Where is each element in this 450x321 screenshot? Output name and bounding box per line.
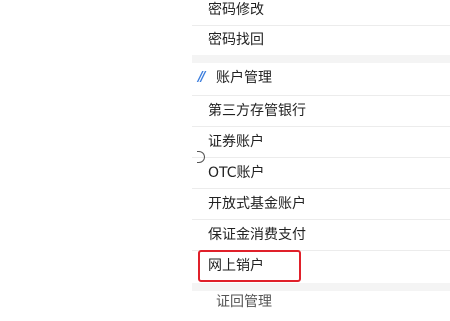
menu-item-label: 保证金消费支付 — [208, 227, 306, 243]
menu-item-open-end-fund-account[interactable]: 开放式基金账户 — [192, 194, 450, 214]
section-header-next: 证回管理 — [192, 291, 450, 321]
menu-item-third-party-custody-bank[interactable]: 第三方存管银行 — [192, 101, 450, 121]
menu-item-label: OTC账户 — [208, 165, 265, 181]
menu-item-label: 证券账户 — [208, 134, 264, 150]
menu-item-password-recovery[interactable]: 密码找回 — [192, 30, 450, 50]
menu-item-otc-account[interactable]: OTC账户 — [192, 163, 450, 183]
menu-item-label: 网上销户 — [208, 258, 264, 274]
divider — [192, 188, 450, 189]
divider — [192, 95, 450, 96]
section-header-account-management: // 账户管理 — [192, 63, 450, 93]
menu-item-password-change[interactable]: 密码修改 — [192, 0, 450, 20]
divider — [192, 250, 450, 251]
section-title: 账户管理 — [216, 70, 272, 86]
menu-item-label: 密码修改 — [208, 2, 264, 18]
group-separator — [192, 283, 450, 291]
menu-item-margin-payment[interactable]: 保证金消费支付 — [192, 225, 450, 245]
section-marker-icon: // — [198, 70, 205, 85]
menu-item-securities-account[interactable]: 证券账户 — [192, 132, 450, 152]
group-separator — [192, 55, 450, 63]
divider — [192, 25, 450, 26]
divider — [192, 219, 450, 220]
menu-item-label: 开放式基金账户 — [208, 196, 306, 212]
section-title: 证回管理 — [216, 294, 272, 310]
settings-menu-panel: 密码修改 密码找回 // 账户管理 第三方存管银行 证券账户 OTC账户 开放式… — [192, 0, 450, 310]
menu-item-label: 第三方存管银行 — [208, 103, 306, 119]
menu-item-label: 密码找回 — [208, 32, 264, 48]
divider — [192, 157, 450, 158]
menu-item-online-account-closure[interactable]: 网上销户 — [192, 256, 450, 276]
divider — [192, 126, 450, 127]
